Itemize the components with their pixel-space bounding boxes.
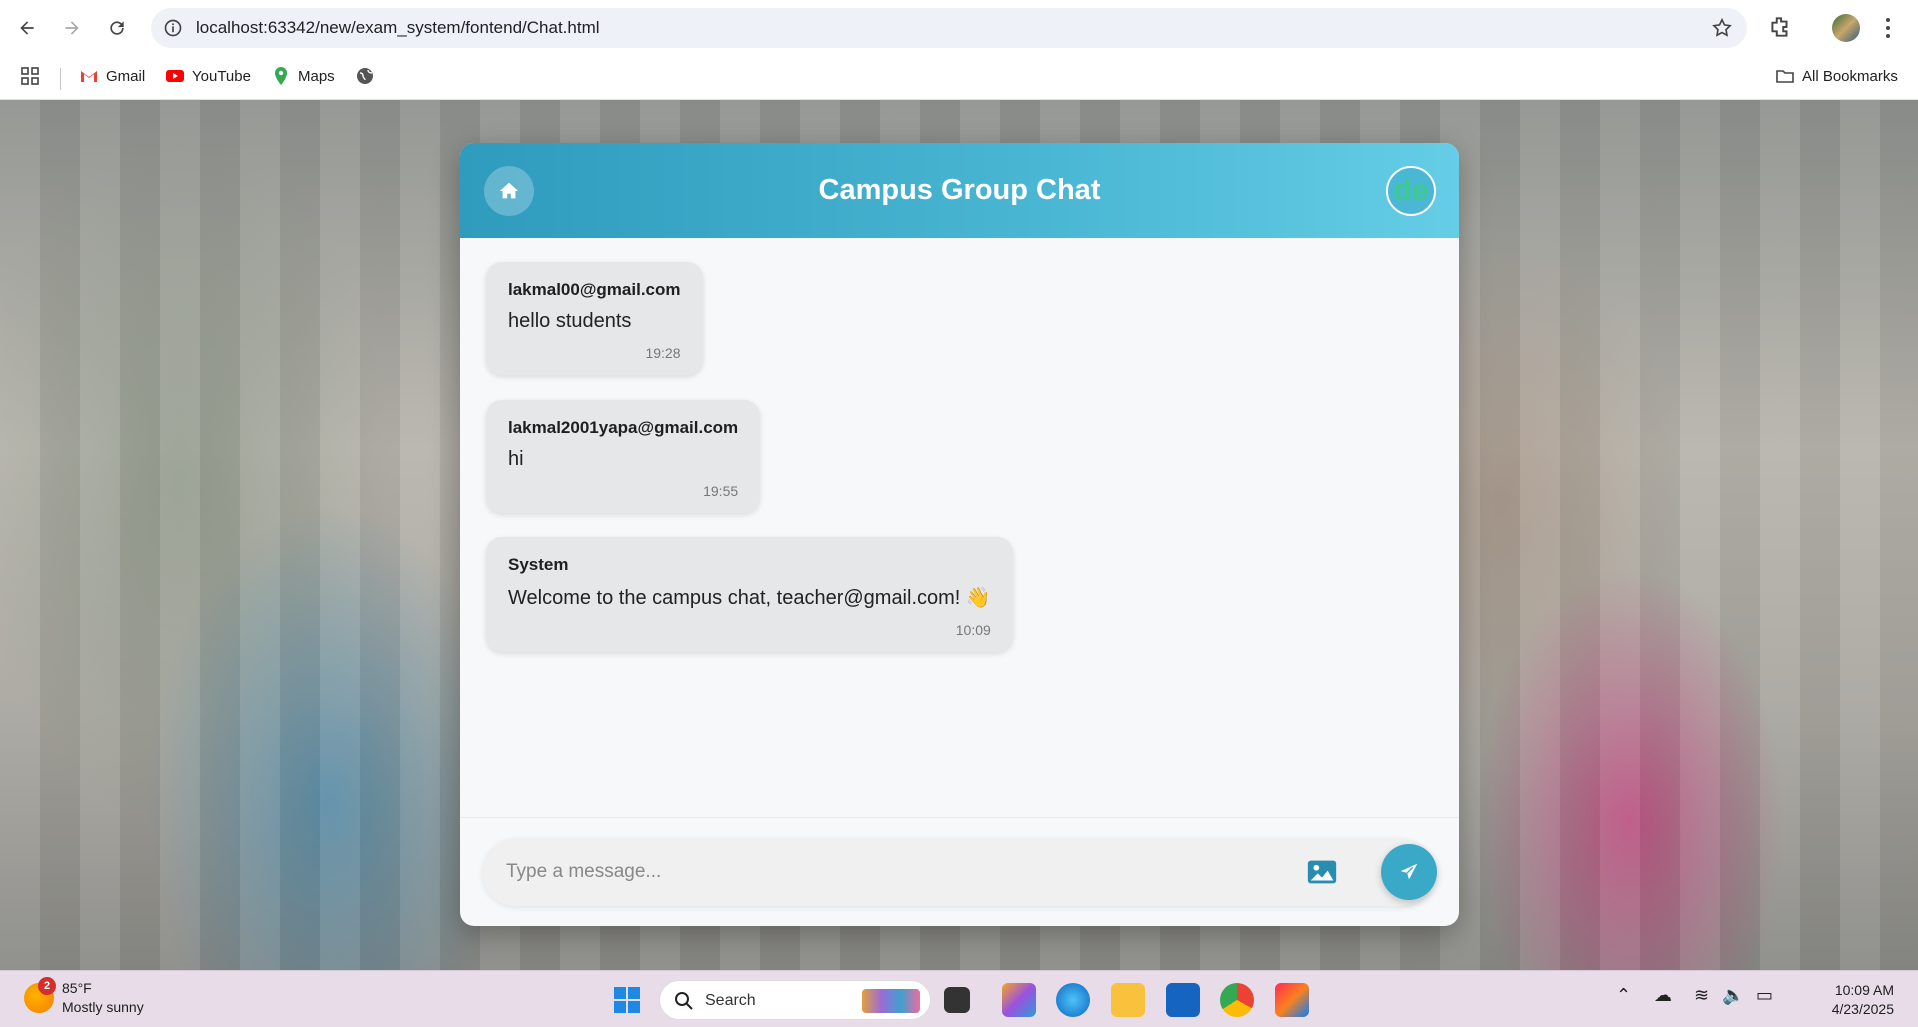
weather-temp: 85°F: [62, 980, 92, 996]
forward-button[interactable]: [56, 12, 88, 44]
clock-date: 4/23/2025: [1831, 1001, 1894, 1017]
message-bubble: System Welcome to the campus chat, teach…: [486, 537, 1013, 652]
taskbar-search[interactable]: Search: [659, 980, 931, 1020]
message-input-wrapper: [482, 838, 1437, 906]
message-text: hi: [508, 448, 524, 470]
message-bubble: lakmal00@gmail.com hello students 19:28: [486, 262, 703, 375]
bookmark-label: Maps: [298, 67, 335, 85]
chevron-up-icon[interactable]: ⌃: [1616, 985, 1631, 1006]
weather-widget[interactable]: 2 85°F Mostly sunny: [24, 977, 144, 1017]
chat-header: Campus Group Chat de: [460, 143, 1459, 238]
back-button[interactable]: [11, 12, 43, 44]
gmail-icon: [81, 71, 97, 82]
message-sender: lakmal2001yapa@gmail.com: [508, 418, 739, 437]
file-explorer-icon[interactable]: [1111, 983, 1145, 1017]
bookmarks-divider: [60, 68, 61, 90]
search-icon: [675, 992, 693, 1010]
battery-icon[interactable]: ▭: [1756, 985, 1773, 1006]
search-highlight-icon: [862, 989, 920, 1013]
message-text: hello students: [508, 310, 632, 332]
bookmark-globe[interactable]: [355, 66, 375, 86]
bookmark-gmail[interactable]: Gmail: [79, 66, 145, 86]
message-text: Welcome to the campus chat, teacher@gmai…: [508, 587, 991, 609]
task-view-icon[interactable]: [944, 987, 970, 1013]
volume-icon[interactable]: 🔈: [1722, 985, 1744, 1006]
profile-avatar[interactable]: [1832, 14, 1860, 42]
message-sender: System: [508, 555, 569, 574]
bookmark-youtube[interactable]: YouTube: [165, 66, 251, 86]
bookmark-star-icon[interactable]: [1711, 17, 1733, 39]
page-background: Campus Group Chat de lakmal00@gmail.com …: [0, 100, 1918, 970]
send-button[interactable]: [1381, 844, 1437, 900]
chrome-icon[interactable]: [1220, 983, 1254, 1017]
bookmark-label: Gmail: [106, 67, 146, 85]
arrow-right-icon: [65, 21, 79, 35]
sun-icon: 2: [24, 977, 56, 1013]
address-bar[interactable]: localhost:63342/new/exam_system/fontend/…: [151, 8, 1747, 48]
maps-pin-icon: [275, 67, 287, 85]
youtube-icon: [166, 70, 184, 82]
windows-start-icon[interactable]: [613, 986, 641, 1014]
all-bookmarks[interactable]: All Bookmarks: [1775, 66, 1898, 86]
globe-icon: [357, 68, 373, 84]
message-composer: [460, 817, 1459, 909]
reload-button[interactable]: [101, 12, 133, 44]
info-icon[interactable]: [163, 18, 183, 38]
browser-toolbar: localhost:63342/new/exam_system/fontend/…: [0, 0, 1918, 56]
message-time: 19:55: [703, 483, 739, 499]
wifi-icon[interactable]: ≋: [1694, 985, 1709, 1006]
folder-icon: [1776, 70, 1794, 83]
taskbar: 2 85°F Mostly sunny Search ⌃ ☁ ≋ 🔈 ▭ 10:…: [0, 970, 1918, 1027]
intellij-icon[interactable]: [1275, 983, 1309, 1017]
arrow-left-icon: [20, 21, 34, 35]
send-icon: [1400, 863, 1418, 880]
message-time: 10:09: [955, 622, 991, 638]
apps-grid-icon: [21, 67, 39, 85]
copilot-icon[interactable]: [1002, 983, 1036, 1017]
user-avatar[interactable]: de: [1386, 166, 1436, 216]
edge-icon[interactable]: [1056, 983, 1090, 1017]
reload-icon: [110, 21, 124, 35]
bookmark-label: YouTube: [192, 67, 251, 85]
weather-badge: 2: [38, 977, 56, 995]
system-clock[interactable]: 10:09 AM 4/23/2025: [1794, 981, 1894, 1019]
bookmarks-bar: Gmail YouTube Maps All Bookmarks: [0, 56, 1918, 100]
store-icon[interactable]: [1166, 983, 1200, 1017]
message-sender: lakmal00@gmail.com: [508, 280, 681, 299]
bookmark-maps[interactable]: Maps: [271, 66, 335, 86]
search-label: Search: [705, 992, 756, 1009]
chat-title: Campus Group Chat: [818, 174, 1101, 206]
chat-window: Campus Group Chat de lakmal00@gmail.com …: [460, 143, 1459, 926]
message-time: 19:28: [645, 345, 681, 361]
extensions-icon[interactable]: [1767, 14, 1793, 40]
message-list: lakmal00@gmail.com hello students 19:28 …: [460, 238, 1459, 808]
weather-desc: Mostly sunny: [62, 999, 144, 1015]
apps-button[interactable]: [20, 66, 40, 86]
cloud-offline-icon[interactable]: ☁: [1654, 985, 1672, 1006]
all-bookmarks-label: All Bookmarks: [1802, 67, 1898, 85]
image-upload-icon[interactable]: [1305, 855, 1339, 889]
clock-time: 10:09 AM: [1834, 982, 1894, 998]
more-menu-icon[interactable]: [1884, 16, 1892, 40]
url-text[interactable]: localhost:63342/new/exam_system/fontend/…: [196, 18, 600, 38]
message-bubble: lakmal2001yapa@gmail.com hi 19:55: [486, 400, 761, 513]
message-input[interactable]: [506, 852, 1286, 892]
